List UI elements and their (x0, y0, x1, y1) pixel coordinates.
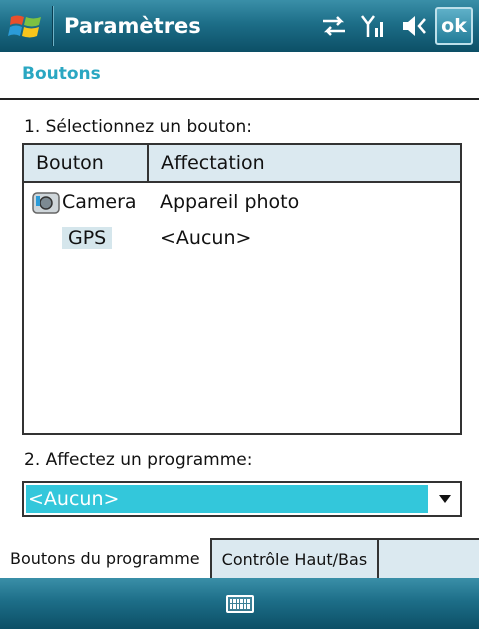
start-button[interactable] (0, 0, 52, 52)
signal-bars-icon[interactable] (361, 13, 387, 39)
speaker-icon[interactable] (401, 14, 429, 38)
list-item-button: Camera (62, 191, 137, 213)
list-item-button-cell: Camera (24, 188, 160, 216)
status-icons (321, 13, 429, 39)
list-item[interactable]: Camera Appareil photo (24, 185, 460, 219)
list-item-button-cell: GPS (24, 227, 160, 249)
tab-program-buttons[interactable]: Boutons du programme (0, 538, 212, 578)
list-item-assignment: Appareil photo (160, 191, 300, 213)
step2-label: 2. Affectez un programme: (24, 450, 253, 470)
list-item-button: GPS (62, 227, 113, 249)
section-divider (0, 98, 479, 100)
camera-button-icon (30, 188, 62, 216)
list-item[interactable]: GPS <Aucun> (24, 221, 460, 255)
ok-button[interactable]: ok (435, 7, 473, 45)
column-header-button[interactable]: Bouton (24, 145, 149, 181)
list-item-assignment: <Aucun> (160, 227, 252, 249)
button-list[interactable]: Bouton Affectation Camera Appareil photo… (22, 143, 462, 435)
softkey-bar (0, 578, 479, 629)
title-bar: Paramètres ok (0, 0, 479, 52)
tab-strip: Boutons du programme Contrôle Haut/Bas (0, 538, 479, 578)
program-select[interactable]: <Aucun> (22, 481, 462, 517)
section-title: Boutons (22, 64, 101, 84)
column-header-assignment[interactable]: Affectation (149, 145, 460, 181)
keyboard-icon[interactable] (225, 594, 254, 613)
window-title: Paramètres (64, 14, 201, 38)
list-header: Bouton Affectation (24, 145, 460, 183)
sync-arrows-icon[interactable] (321, 15, 347, 37)
tab-up-down-control[interactable]: Contrôle Haut/Bas (211, 538, 380, 578)
windows-flag-icon (8, 15, 41, 38)
step1-label: 1. Sélectionnez un bouton: (24, 117, 253, 137)
title-separator (52, 6, 54, 46)
chevron-down-icon[interactable] (430, 483, 460, 515)
program-select-value: <Aucun> (26, 485, 428, 513)
